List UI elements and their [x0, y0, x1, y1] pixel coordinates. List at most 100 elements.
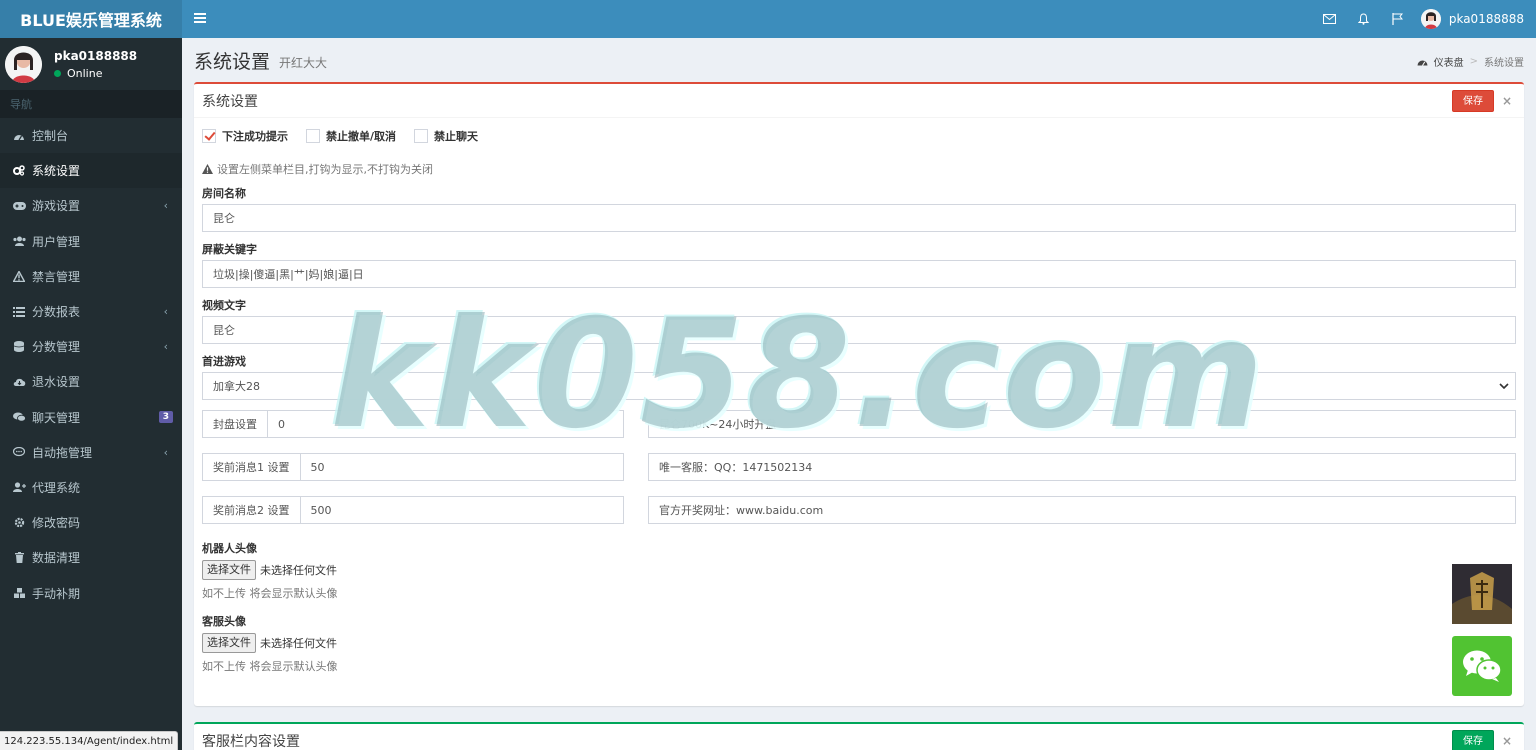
- service-avatar-label: 客服头像: [202, 615, 246, 628]
- robot-avatar-file-status: 未选择任何文件: [260, 564, 337, 577]
- sidebar-item-dashboard[interactable]: 控制台: [0, 118, 182, 153]
- sidebar-item-agent-system[interactable]: 代理系统: [0, 470, 182, 505]
- sidebar-item-auto-bot[interactable]: 自动拖管理 ‹: [0, 435, 182, 470]
- pre-msg1-input[interactable]: 50: [301, 454, 325, 480]
- cogs-icon: [12, 165, 26, 176]
- system-settings-box: 系统设置 保存 × 下注成功提示 禁止撤单/取消 禁止聊天 设置左侧菜单栏目,打…: [194, 82, 1524, 706]
- video-text-input[interactable]: 昆仑: [202, 316, 1516, 344]
- service-avatar-file-button[interactable]: 选择文件: [202, 633, 256, 653]
- checkbox-forbid-chat[interactable]: 禁止聊天: [414, 128, 478, 144]
- comment-dots-icon: [12, 447, 26, 457]
- wechat-icon: [1452, 636, 1512, 696]
- list-icon: [12, 306, 26, 317]
- status-text: Online: [67, 66, 103, 80]
- app-logo[interactable]: BLUE娱乐管理系统: [0, 0, 182, 38]
- menu-hint: 设置左侧菜单栏目,打钩为显示,不打钩为关闭: [202, 162, 1516, 176]
- top-user-menu[interactable]: pka0188888: [1420, 9, 1524, 29]
- service-avatar-upload: 客服头像 选择文件 未选择任何文件 如不上传 将会显示默认头像: [202, 613, 1516, 673]
- service-avatar-file-status: 未选择任何文件: [260, 637, 337, 650]
- gear-icon: [12, 517, 26, 528]
- browser-status-url: 124.223.55.134/Agent/index.html: [0, 731, 179, 750]
- user-plus-icon: [12, 482, 26, 493]
- checkbox-forbid-cancel[interactable]: 禁止撤单/取消: [306, 128, 396, 144]
- sidebar-item-score-report[interactable]: 分数报表 ‹: [0, 294, 182, 329]
- checkbox-unchecked[interactable]: [414, 129, 429, 143]
- flag-icon[interactable]: [1381, 0, 1415, 38]
- sidebar-item-user-management[interactable]: 用户管理: [0, 224, 182, 259]
- pre-msg1-label: 奖前消息1 设置: [203, 454, 301, 480]
- checkbox-checked[interactable]: [202, 129, 216, 143]
- pre-msg1-group: 奖前消息1 设置 50: [202, 453, 624, 481]
- top-right-menu: pka0188888: [1313, 0, 1536, 38]
- pre-msg2-label: 奖前消息2 设置: [203, 497, 301, 523]
- close-setting-text-input[interactable]: 昆仑700K~24小时开盘: [648, 410, 1516, 438]
- room-name-label: 房间名称: [202, 187, 246, 200]
- pre-msg2-text-input[interactable]: 官方开奖网址：www.baidu.com: [648, 496, 1516, 524]
- main-content: 系统设置 开红大大 仪表盘 > 系统设置 系统设置 保存 × 下注成功提示 禁止…: [182, 38, 1536, 750]
- checkbox-label: 禁止撤单/取消: [326, 130, 397, 143]
- box-header: 客服栏内容设置 保存 ×: [194, 724, 1524, 750]
- sidebar-item-mute-management[interactable]: 禁言管理: [0, 259, 182, 294]
- warning-icon: [202, 164, 213, 174]
- dashboard-icon: [12, 131, 26, 141]
- sidebar-item-change-password[interactable]: 修改密码: [0, 505, 182, 540]
- first-game-selected: 加拿大28: [213, 380, 260, 393]
- robot-avatar-file-row: 选择文件 未选择任何文件: [202, 560, 1516, 580]
- sidebar-item-chat-management[interactable]: 聊天管理 3: [0, 400, 182, 435]
- box-title: 客服栏内容设置: [202, 734, 300, 750]
- sidebar-item-rebate-settings[interactable]: 退水设置: [0, 364, 182, 399]
- envelope-icon[interactable]: [1313, 0, 1347, 38]
- first-game-label: 首进游戏: [202, 355, 246, 368]
- sidebar-item-data-cleanup[interactable]: 数据清理: [0, 540, 182, 575]
- sidebar-toggle-icon[interactable]: [194, 11, 210, 27]
- top-user-name: pka0188888: [1448, 12, 1524, 26]
- close-setting-row: 封盘设置 0 昆仑700K~24小时开盘: [202, 410, 1516, 438]
- close-icon[interactable]: ×: [1502, 94, 1512, 108]
- first-game-select[interactable]: 加拿大28: [202, 372, 1516, 400]
- sidebar-item-manual-period[interactable]: 手动补期: [0, 575, 182, 610]
- pre-msg1-text-input[interactable]: 唯一客服：QQ：1471502134: [648, 453, 1516, 481]
- user-avatar: [1420, 9, 1441, 29]
- sidebar-item-label: 禁言管理: [32, 269, 81, 284]
- checkbox-label: 下注成功提示: [222, 130, 288, 143]
- sidebar-item-label: 代理系统: [32, 480, 81, 495]
- hint-text: 设置左侧菜单栏目,打钩为显示,不打钩为关闭: [217, 163, 433, 176]
- robot-avatar-upload: 机器人头像 选择文件 未选择任何文件 如不上传 将会显示默认头像: [202, 540, 1516, 600]
- sidebar-item-game-settings[interactable]: 游戏设置 ‹: [0, 188, 182, 223]
- chevron-left-icon: ‹: [163, 199, 168, 213]
- bell-icon[interactable]: [1347, 0, 1381, 38]
- menu-checkboxes: 下注成功提示 禁止撤单/取消 禁止聊天: [202, 128, 1516, 144]
- page-subtitle: 开红大大: [279, 56, 328, 70]
- sidebar-user-name: pka0188888: [54, 48, 138, 63]
- box-header: 系统设置 保存 ×: [194, 84, 1524, 118]
- sidebar-item-system-settings[interactable]: 系统设置: [0, 153, 182, 189]
- save-button[interactable]: 保存: [1452, 90, 1494, 112]
- save-button[interactable]: 保存: [1452, 730, 1494, 750]
- sidebar-item-label: 手动补期: [32, 586, 81, 601]
- room-name-input[interactable]: 昆仑: [202, 204, 1516, 232]
- robot-avatar-file-button[interactable]: 选择文件: [202, 560, 256, 580]
- sidebar-item-label: 系统设置: [32, 164, 81, 179]
- gamepad-icon: [12, 201, 26, 210]
- sidebar-item-label: 修改密码: [32, 516, 81, 531]
- sidebar-item-label: 数据清理: [32, 551, 81, 566]
- sidebar-item-score-management[interactable]: 分数管理 ‹: [0, 329, 182, 364]
- sidebar-item-label: 聊天管理: [32, 410, 81, 425]
- sidebar-item-label: 游戏设置: [32, 199, 81, 214]
- sidebar-item-label: 分数管理: [32, 340, 81, 355]
- video-text-label: 视频文字: [202, 299, 246, 312]
- sidebar-item-label: 用户管理: [32, 234, 81, 249]
- pre-msg2-input[interactable]: 500: [301, 497, 332, 523]
- user-panel: pka0188888 Online: [0, 38, 182, 90]
- pre-msg1-row: 奖前消息1 设置 50 唯一客服：QQ：1471502134: [202, 453, 1516, 481]
- keywords-input[interactable]: 垃圾|操|傻逼|黑|艹|妈|娘|逼|日: [202, 260, 1516, 288]
- breadcrumb-separator: >: [1469, 56, 1478, 67]
- page-header: 系统设置 开红大大: [182, 38, 1536, 82]
- close-icon[interactable]: ×: [1502, 734, 1512, 748]
- checkbox-bet-success-tip[interactable]: 下注成功提示: [202, 128, 288, 144]
- breadcrumb-link-dashboard[interactable]: 仪表盘: [1434, 54, 1464, 69]
- chevron-down-icon: [1499, 383, 1509, 389]
- close-setting-input[interactable]: 0: [268, 411, 285, 437]
- keywords-label: 屏蔽关键字: [202, 243, 257, 256]
- checkbox-unchecked[interactable]: [306, 129, 320, 143]
